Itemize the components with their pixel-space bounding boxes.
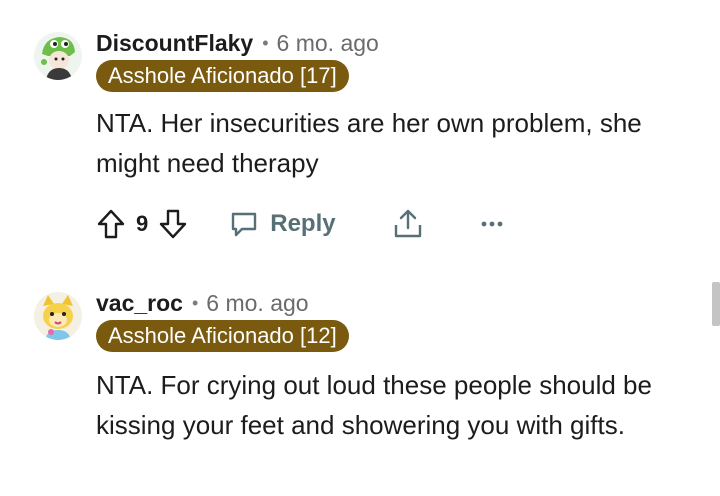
- username[interactable]: DiscountFlaky: [96, 30, 253, 57]
- reply-button[interactable]: Reply: [228, 208, 336, 240]
- avatar[interactable]: [34, 292, 82, 340]
- user-flair: Asshole Aficionado [17]: [96, 60, 349, 92]
- timestamp: 6 mo. ago: [276, 29, 379, 56]
- reply-icon: [228, 208, 260, 240]
- comment-body: NTA. For crying out loud these people sh…: [96, 370, 652, 440]
- vote-count: 9: [136, 211, 149, 236]
- scrollbar-thumb[interactable]: [712, 282, 720, 326]
- more-icon[interactable]: [480, 219, 504, 229]
- timestamp: 6 mo. ago: [206, 289, 309, 316]
- share-icon[interactable]: [392, 207, 424, 241]
- upvote-icon[interactable]: [96, 208, 126, 240]
- comment-meta: DiscountFlaky • 6 mo. ago: [96, 28, 379, 58]
- comment-body: NTA. Her insecurities are her own proble…: [96, 108, 642, 178]
- separator-dot: •: [262, 32, 269, 53]
- avatar[interactable]: [34, 32, 82, 80]
- user-flair: Asshole Aficionado [12]: [96, 320, 349, 352]
- username[interactable]: vac_roc: [96, 290, 183, 317]
- downvote-icon[interactable]: [158, 208, 188, 240]
- reply-label: Reply: [270, 210, 336, 237]
- comment-actions: 9 Reply: [96, 204, 504, 244]
- separator-dot: •: [191, 292, 199, 313]
- comment-meta: vac_roc • 6 mo. ago: [96, 288, 309, 318]
